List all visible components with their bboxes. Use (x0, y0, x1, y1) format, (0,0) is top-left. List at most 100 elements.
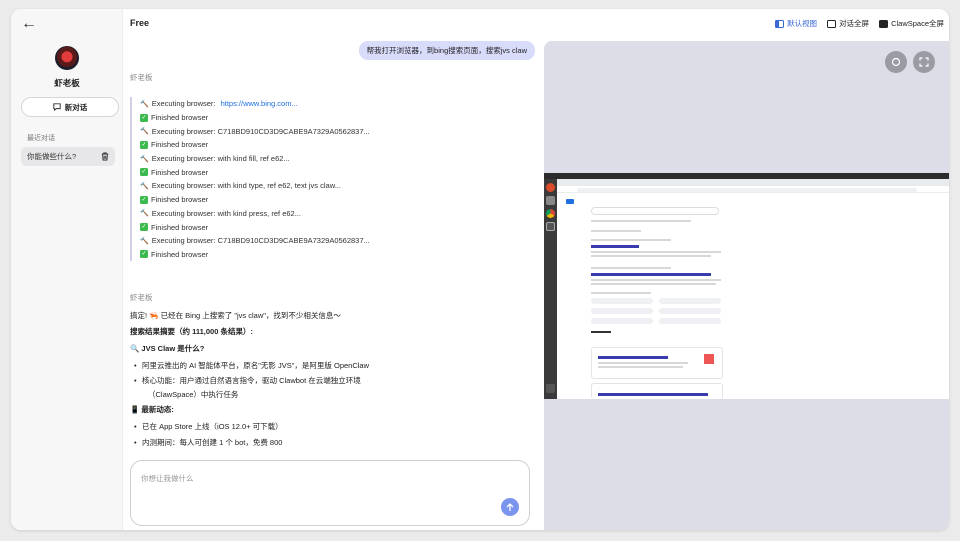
check-icon: ✓ (140, 113, 148, 122)
log-line-text: Executing browser: with kind type, ref e… (151, 181, 341, 191)
bot-reply: 搞定! 🦐 已经在 Bing 上搜索了 "jvs claw"，找到不少相关信息～… (130, 307, 525, 451)
bot-name-label: 虾老板 (130, 73, 153, 82)
new-chat-button[interactable]: 新对话 (21, 97, 119, 117)
list-item-text: 阿里云推出的 AI 智能体平台，原名"无影 JVS"，是阿里版 OpenClaw (142, 360, 370, 370)
refresh-button[interactable] (885, 51, 907, 73)
check-icon: ✓ (140, 140, 148, 149)
related-chip (659, 308, 721, 314)
log-line-finished: ✓ Finished browser (140, 165, 523, 179)
app-icon (546, 196, 555, 205)
recent-chat-label: 你能做些什么? (27, 152, 77, 161)
log-line-finished: ✓ Finished browser (140, 193, 523, 207)
message-input[interactable] (141, 473, 501, 503)
fullscreen-button[interactable] (913, 51, 935, 73)
log-line-executing: 🔨 Executing browser: https://www.bing.com… (140, 97, 523, 111)
log-line-text: Finished browser (151, 249, 209, 259)
view-chat-fullscreen-label: 对话全屏 (839, 19, 870, 28)
check-icon: ✓ (140, 223, 148, 232)
results-count (591, 230, 641, 232)
log-line-finished: ✓ Finished browser (140, 138, 523, 152)
result-snippet (591, 251, 721, 253)
related-chip (591, 298, 653, 304)
result-snippet (591, 255, 711, 257)
send-button[interactable] (501, 498, 519, 516)
arrow-left-icon[interactable]: ← (21, 15, 37, 33)
app-icon (546, 183, 555, 192)
results-tabs-row (591, 220, 691, 222)
user-message-bubble: 帮我打开浏览器，到bing搜索页面，搜索jvs claw (358, 41, 535, 60)
list-item-text: 核心功能：用户通过自然语言指令，驱动 Clawbot 在云端独立环境 (142, 375, 361, 385)
split-view-icon (775, 19, 785, 28)
log-line-text: Finished browser (151, 222, 209, 232)
apps-grid-icon (546, 384, 555, 393)
hammer-icon: 🔨 (140, 155, 149, 163)
log-line-finished: ✓ Finished browser (140, 111, 523, 125)
log-line-finished: ✓ Finished browser (140, 248, 523, 262)
hammer-icon: 🔨 (140, 210, 149, 218)
check-icon: ✓ (140, 168, 148, 177)
sidebar: ← 虾老板 新对话 最近对话 你能做些什么? (11, 9, 123, 530)
hammer-icon: 🔨 (140, 100, 149, 108)
reply-summary: 搜索结果摘要（约 111,000 条结果）: (130, 327, 253, 337)
clawspace-pane (544, 41, 949, 530)
log-line-text: Finished browser (151, 195, 209, 205)
news-card (591, 383, 723, 399)
desktop-dock (544, 179, 557, 399)
list-item: • 核心功能：用户通过自然语言指令，驱动 Clawbot 在云端独立环境 (134, 375, 361, 385)
result-snippet (591, 283, 716, 285)
bing-logo (566, 199, 574, 204)
recent-chat-item[interactable]: 你能做些什么? (21, 147, 115, 166)
refresh-icon (891, 57, 901, 67)
people-also-search-title (591, 292, 651, 294)
expand-icon (919, 57, 929, 67)
news-heading (591, 331, 611, 333)
trash-icon[interactable] (101, 152, 109, 161)
reply-news-heading: 📱 最新动态: (130, 405, 174, 415)
log-line-text: Finished browser (151, 140, 209, 150)
log-line-text: Finished browser (151, 113, 209, 123)
view-clawspace-fullscreen-label: ClawSpace全屏 (891, 19, 944, 28)
chat-bubble-icon (53, 103, 61, 111)
result-title (591, 273, 711, 276)
chrome-icon (546, 209, 555, 218)
message-input-box[interactable] (130, 460, 530, 526)
arrow-up-icon (506, 502, 514, 511)
result-snippet (591, 267, 671, 269)
window-icon (827, 19, 837, 28)
view-default-button[interactable]: 默认视图 (775, 18, 817, 29)
related-chip (659, 318, 721, 324)
list-item-continuation: （ClawSpace）中执行任务 (148, 389, 239, 399)
list-item: • 内测期间：每人可创建 1 个 bot，免费 800 (134, 438, 283, 448)
view-chat-fullscreen-button[interactable]: 对话全屏 (827, 18, 869, 29)
tool-log: 🔨 Executing browser: https://www.bing.com… (130, 97, 523, 262)
user-name: 虾老板 (54, 78, 80, 88)
list-item: • 阿里云推出的 AI 智能体平台，原名"无影 JVS"，是阿里版 OpenCla… (134, 360, 370, 370)
reply-intro: 搞定! 🦐 已经在 Bing 上搜索了 "jvs claw"，找到不少相关信息～ (130, 310, 341, 320)
remote-desktop-screenshot[interactable] (544, 173, 949, 399)
hammer-icon: 🔨 (140, 182, 149, 190)
hammer-icon: 🔨 (140, 237, 149, 245)
new-chat-label: 新对话 (64, 102, 88, 112)
browser-tab-strip (557, 179, 949, 186)
log-line-executing: 🔨 Executing browser: with kind press, ref… (140, 207, 523, 221)
check-icon: ✓ (140, 250, 148, 259)
view-mode-bar: 默认视图 对话全屏 ClawSpace全屏 (775, 18, 944, 29)
monitor-icon (879, 19, 889, 28)
news-card (591, 347, 723, 379)
result-snippet (591, 239, 671, 241)
recent-chats-title: 最近对话 (27, 135, 55, 142)
log-line-executing: 🔨 Executing browser: with kind fill, ref … (140, 152, 523, 166)
app-window: ← 虾老板 新对话 最近对话 你能做些什么? Free 帮我打开浏览器，到bin… (11, 9, 949, 530)
log-line-finished: ✓ Finished browser (140, 220, 523, 234)
log-line-executing: 🔨 Executing browser: C718BD910CD3D9CABE9A… (140, 124, 523, 138)
view-clawspace-fullscreen-button[interactable]: ClawSpace全屏 (879, 18, 944, 29)
browser-address-bar (557, 186, 949, 193)
related-chip (659, 298, 721, 304)
avatar (55, 46, 79, 70)
chat-title: Free (130, 18, 150, 28)
log-line-executing: 🔨 Executing browser: with kind type, ref … (140, 179, 523, 193)
log-link[interactable]: https://www.bing.com... (221, 99, 298, 108)
result-title (591, 245, 639, 248)
list-item: • 已在 App Store 上线（iOS 12.0+ 可下载） (134, 421, 283, 431)
list-item-text: 已在 App Store 上线（iOS 12.0+ 可下载） (142, 421, 283, 431)
